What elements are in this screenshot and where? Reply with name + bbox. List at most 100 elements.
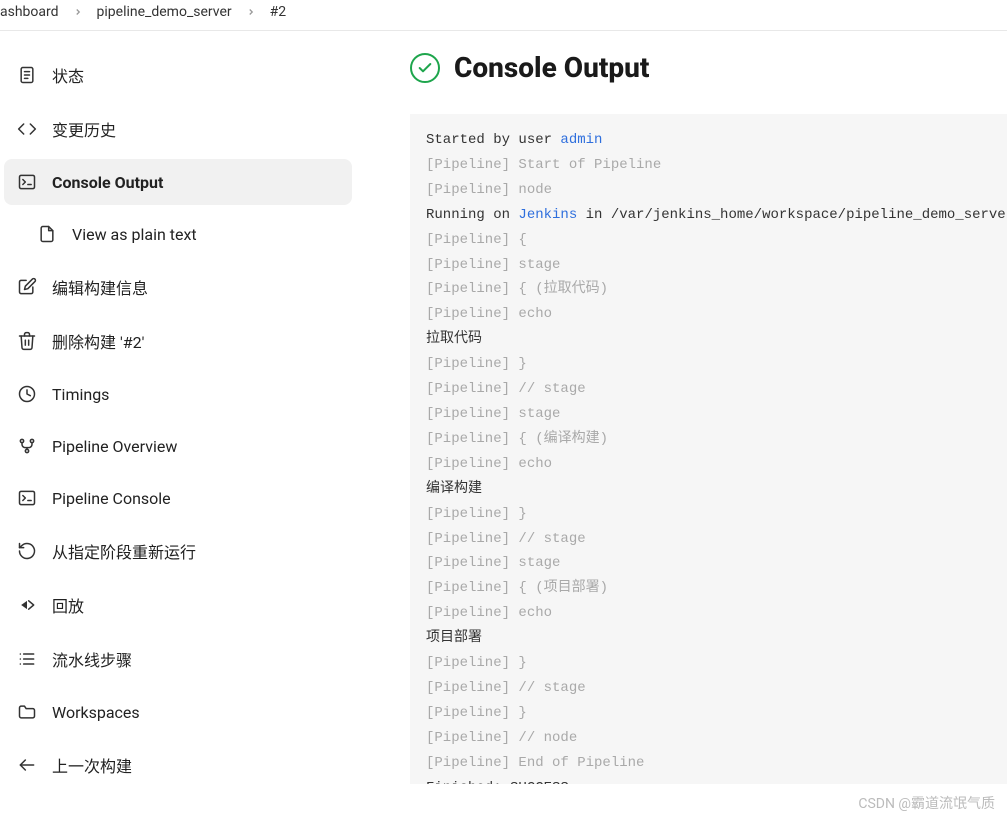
steps-icon xyxy=(16,648,38,670)
console-line: [Pipeline] } xyxy=(426,502,991,527)
console-line: [Pipeline] echo xyxy=(426,601,991,626)
file-icon xyxy=(36,223,58,245)
terminal-icon xyxy=(16,487,38,509)
sidebar-item[interactable]: Pipeline Overview xyxy=(4,423,352,469)
breadcrumb-item[interactable]: pipeline_demo_server xyxy=(97,4,232,20)
sidebar-item[interactable]: 编辑构建信息 xyxy=(4,263,352,311)
console-text: [Pipeline] // stage xyxy=(426,381,586,397)
content-area: Console Output Started by user admin [Pip… xyxy=(360,31,1007,818)
console-text: Finished: SUCCESS xyxy=(426,780,569,784)
sidebar-item[interactable]: Console Output xyxy=(4,159,352,205)
console-line: [Pipeline] stage xyxy=(426,253,991,278)
console-text: 编译构建 xyxy=(426,481,482,497)
replay-icon xyxy=(16,594,38,616)
sidebar-item[interactable]: 流水线步骤 xyxy=(4,635,352,683)
console-text: [Pipeline] { (项目部署) xyxy=(426,580,608,596)
console-text: [Pipeline] // stage xyxy=(426,680,586,696)
console-line: [Pipeline] echo xyxy=(426,302,991,327)
console-text: [Pipeline] // stage xyxy=(426,531,586,547)
branch-icon xyxy=(16,435,38,457)
breadcrumb: ashboard pipeline_demo_server #2 xyxy=(0,0,1007,31)
title-row: Console Output xyxy=(410,51,1007,84)
console-text: Started by user xyxy=(426,132,560,148)
console-line: [Pipeline] } xyxy=(426,701,991,726)
trash-icon xyxy=(16,330,38,352)
sidebar: 状态变更历史 Console Output View as plain text 编辑… xyxy=(0,31,360,818)
console-text: [Pipeline] } xyxy=(426,655,527,671)
console-line: [Pipeline] stage xyxy=(426,551,991,576)
page-title: Console Output xyxy=(454,51,649,84)
code-icon xyxy=(16,118,38,140)
sidebar-item-label: View as plain text xyxy=(72,225,197,244)
document-icon xyxy=(16,64,38,86)
console-text: [Pipeline] echo xyxy=(426,456,552,472)
console-line: [Pipeline] // node xyxy=(426,726,991,751)
console-output[interactable]: Started by user admin [Pipeline] Start of… xyxy=(410,114,1007,784)
console-line: [Pipeline] { (编译构建) xyxy=(426,427,991,452)
sidebar-item[interactable]: Workspaces xyxy=(4,689,352,735)
console-text: 拉取代码 xyxy=(426,331,482,347)
sidebar-item-label: 流水线步骤 xyxy=(52,647,132,671)
restart-icon xyxy=(16,540,38,562)
console-text: [Pipeline] End of Pipeline xyxy=(426,755,644,771)
sidebar-item-label: 上一次构建 xyxy=(52,753,132,777)
success-check-icon xyxy=(410,53,440,83)
sidebar-item-label: Timings xyxy=(52,385,109,404)
sidebar-item[interactable]: 上一次构建 xyxy=(4,741,352,789)
sidebar-item[interactable]: 状态 xyxy=(4,51,352,99)
sidebar-item-label: 变更历史 xyxy=(52,117,116,141)
sidebar-item-label: Workspaces xyxy=(52,703,140,722)
sidebar-item-label: Pipeline Console xyxy=(52,489,171,508)
console-line: [Pipeline] } xyxy=(426,651,991,676)
console-line: [Pipeline] } xyxy=(426,352,991,377)
console-line: [Pipeline] node xyxy=(426,178,991,203)
breadcrumb-item[interactable]: ashboard xyxy=(0,4,59,20)
sidebar-item-label: 删除构建 '#2' xyxy=(52,329,144,353)
console-line: Running on Jenkins in /var/jenkins_home/… xyxy=(426,203,991,228)
sidebar-item[interactable]: 从指定阶段重新运行 xyxy=(4,527,352,575)
console-text: [Pipeline] stage xyxy=(426,257,560,273)
sidebar-item[interactable]: Timings xyxy=(4,371,352,417)
console-text: [Pipeline] Start of Pipeline xyxy=(426,157,661,173)
console-line: [Pipeline] // stage xyxy=(426,676,991,701)
console-line: [Pipeline] End of Pipeline xyxy=(426,751,991,776)
console-line: [Pipeline] { (拉取代码) xyxy=(426,277,991,302)
console-line: [Pipeline] stage xyxy=(426,402,991,427)
console-text: [Pipeline] echo xyxy=(426,605,552,621)
sidebar-item[interactable]: 变更历史 xyxy=(4,105,352,153)
console-line: [Pipeline] { xyxy=(426,228,991,253)
console-text: [Pipeline] { (编译构建) xyxy=(426,431,608,447)
console-link[interactable]: admin xyxy=(560,132,602,148)
sidebar-item-label: 状态 xyxy=(52,63,84,87)
sidebar-item-label: 回放 xyxy=(52,593,84,617)
console-line: 拉取代码 xyxy=(426,327,991,352)
console-text: 项目部署 xyxy=(426,630,482,646)
breadcrumb-item[interactable]: #2 xyxy=(270,4,287,20)
edit-icon xyxy=(16,276,38,298)
sidebar-item[interactable]: 回放 xyxy=(4,581,352,629)
chevron-right-icon xyxy=(246,7,256,17)
sidebar-item[interactable]: Pipeline Console xyxy=(4,475,352,521)
console-text: in /var/jenkins_home/workspace/pipeline_… xyxy=(577,207,1007,223)
console-text: [Pipeline] node xyxy=(426,182,552,198)
console-line: [Pipeline] echo xyxy=(426,452,991,477)
console-text: [Pipeline] } xyxy=(426,506,527,522)
console-line: Finished: SUCCESS xyxy=(426,776,991,784)
console-line: [Pipeline] // stage xyxy=(426,377,991,402)
terminal-icon xyxy=(16,171,38,193)
console-line: Started by user admin xyxy=(426,128,991,153)
console-line: [Pipeline] Start of Pipeline xyxy=(426,153,991,178)
console-text: [Pipeline] stage xyxy=(426,555,560,571)
sidebar-item-label: Console Output xyxy=(52,173,163,192)
sidebar-item[interactable]: 删除构建 '#2' xyxy=(4,317,352,365)
console-line: [Pipeline] // stage xyxy=(426,527,991,552)
console-text: [Pipeline] { (拉取代码) xyxy=(426,281,608,297)
console-text: Running on xyxy=(426,207,518,223)
console-text: [Pipeline] } xyxy=(426,356,527,372)
chevron-right-icon xyxy=(73,7,83,17)
sidebar-subitem[interactable]: View as plain text xyxy=(4,211,352,257)
console-text: [Pipeline] echo xyxy=(426,306,552,322)
console-link[interactable]: Jenkins xyxy=(518,207,577,223)
sidebar-item-label: 编辑构建信息 xyxy=(52,275,148,299)
console-line: [Pipeline] { (项目部署) xyxy=(426,576,991,601)
